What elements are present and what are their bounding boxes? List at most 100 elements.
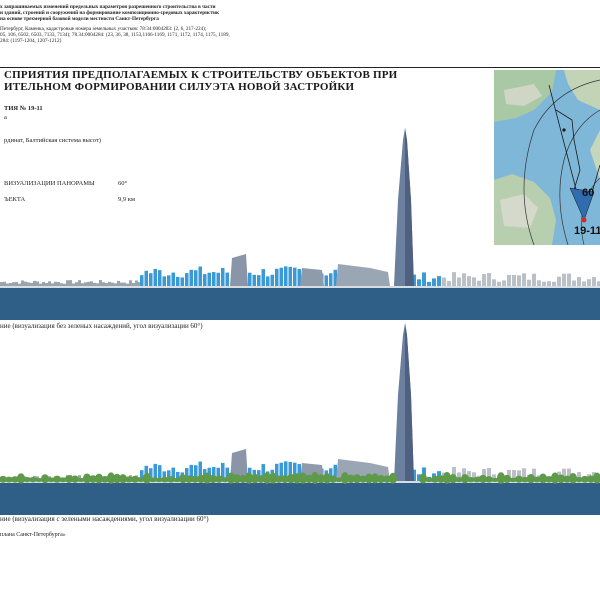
- distant-building: [45, 283, 48, 286]
- point-label: ТИЯ № 19-11: [4, 105, 43, 112]
- header-rule: [0, 67, 600, 68]
- building-right: [587, 279, 591, 286]
- distant-building: [126, 283, 129, 286]
- building-right: [422, 272, 426, 286]
- title-line-2: ИТЕЛЬНОМ ФОРМИРОВАНИИ СИЛУЭТА НОВОЙ ЗАСТ…: [4, 81, 355, 93]
- mid-building: [300, 268, 324, 286]
- residential-block: [279, 267, 283, 286]
- residential-block: [288, 266, 292, 286]
- distant-building: [117, 280, 120, 286]
- distant-building: [30, 282, 33, 286]
- footer-note: плана Санкт-Петербурга»: [0, 532, 66, 538]
- building-right: [482, 274, 486, 286]
- residential-block: [198, 266, 202, 286]
- residential-block: [194, 270, 198, 286]
- residential-block: [180, 277, 184, 286]
- distant-building: [75, 282, 78, 286]
- distant-building: [63, 283, 66, 286]
- residential-block: [257, 275, 261, 286]
- distant-building: [54, 281, 57, 286]
- distant-building: [69, 280, 72, 286]
- distant-building: [135, 280, 138, 286]
- residential-block: [185, 273, 189, 286]
- distant-building: [90, 281, 93, 286]
- residential-block: [212, 272, 216, 286]
- building-right: [552, 281, 556, 286]
- building-right: [437, 276, 441, 286]
- distant-building: [111, 282, 114, 286]
- distant-building: [48, 281, 51, 286]
- shoreline: [0, 286, 600, 288]
- distant-building: [9, 283, 12, 286]
- building-right: [487, 273, 491, 286]
- residential-block: [171, 272, 175, 286]
- building-right: [442, 277, 446, 286]
- distant-building: [36, 281, 39, 286]
- building-right: [472, 277, 476, 286]
- building-right: [517, 275, 521, 286]
- distant-building: [132, 283, 135, 286]
- distant-building: [24, 281, 27, 286]
- residential-block: [207, 272, 211, 286]
- distant-building: [96, 283, 99, 286]
- building-right: [547, 281, 551, 286]
- distant-building: [129, 280, 132, 286]
- distant-building: [42, 282, 45, 286]
- low-complex: [336, 264, 390, 286]
- residential-block: [203, 274, 207, 286]
- building-right: [457, 277, 461, 286]
- tower-shade: [405, 128, 414, 286]
- residential-block: [252, 274, 256, 286]
- residential-block: [176, 276, 180, 286]
- building-right: [462, 273, 466, 286]
- distant-building: [60, 283, 63, 286]
- panorama-2-render: [0, 323, 600, 515]
- residential-block: [324, 275, 328, 286]
- building-right: [452, 272, 456, 286]
- residential-block: [144, 270, 148, 286]
- building-right: [572, 280, 576, 286]
- distant-building: [39, 283, 42, 286]
- building-right: [527, 279, 531, 286]
- distant-building: [78, 280, 81, 286]
- residential-block: [149, 273, 153, 286]
- distant-building: [21, 280, 24, 286]
- building-right: [502, 280, 506, 286]
- distant-building: [12, 282, 15, 286]
- building-right: [592, 277, 596, 286]
- building-right: [562, 273, 566, 286]
- residential-block: [158, 270, 162, 286]
- distant-building: [114, 283, 117, 286]
- building-right: [432, 278, 436, 286]
- residential-block: [216, 272, 220, 286]
- residential-block: [221, 267, 225, 286]
- distant-building: [108, 281, 111, 286]
- residential-block: [225, 272, 229, 286]
- distant-building: [84, 282, 87, 286]
- building-right: [537, 280, 541, 286]
- distant-building: [99, 280, 102, 286]
- building-right: [417, 279, 421, 286]
- tree: [143, 472, 151, 484]
- building-right: [522, 273, 526, 286]
- distant-building: [18, 283, 21, 286]
- distant-building: [105, 283, 108, 286]
- header-line-6: 284: (1197-1204, 1207-1212): [0, 38, 62, 44]
- tower-shade: [405, 323, 414, 481]
- panorama-2: [0, 315, 600, 515]
- distant-building: [72, 283, 75, 286]
- building-right: [577, 277, 581, 286]
- title-line-1: СПРИЯТИЯ ПРЕДПОЛАГАЕМЫХ К СТРОИТЕЛЬСТВУ …: [4, 69, 398, 81]
- distant-building: [0, 282, 3, 286]
- distant-building: [120, 282, 123, 286]
- residential-block: [284, 266, 288, 286]
- building-right: [447, 281, 451, 286]
- building-right: [492, 279, 496, 286]
- distant-building: [81, 283, 84, 286]
- building-right: [512, 275, 516, 286]
- panorama-1-render: [0, 128, 600, 320]
- building-right: [542, 281, 546, 286]
- building-right: [582, 281, 586, 286]
- distant-building: [6, 283, 9, 286]
- distant-building: [15, 281, 18, 286]
